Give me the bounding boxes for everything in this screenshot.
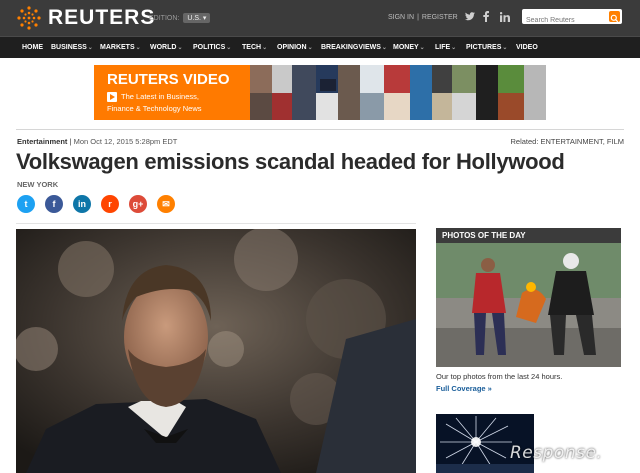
edition-value: U.S.	[187, 15, 201, 22]
nav-label: WORLD	[150, 44, 177, 51]
nav-label: MARKETS	[100, 44, 135, 51]
chevron-down-icon: ⌄	[87, 45, 93, 51]
nav-politics[interactable]: POLITICS⌄	[193, 44, 231, 51]
share-glyph: in	[78, 199, 86, 209]
video-banner-ad[interactable]: REUTERS VIDEO The Latest in Business, Fi…	[94, 65, 546, 120]
nav-life[interactable]: LIFE⌄	[435, 44, 456, 51]
photos-of-the-day-header[interactable]: PHOTOS OF THE DAY	[436, 228, 621, 243]
nav-label: OPINION	[277, 44, 307, 51]
googleplus-share-icon[interactable]: g+	[129, 195, 147, 213]
edition-selector: EDITION: U.S. ▾	[149, 13, 211, 23]
nav-label: BREAKINGVIEWS	[321, 44, 381, 51]
article-category[interactable]: Entertainment	[17, 137, 67, 146]
edition-label: EDITION:	[149, 14, 180, 22]
share-glyph: r	[108, 199, 112, 209]
banner-text-panel: REUTERS VIDEO The Latest in Business, Fi…	[94, 65, 250, 120]
nav-label: BUSINESS	[51, 44, 87, 51]
nav-video[interactable]: VIDEO	[516, 44, 538, 51]
share-glyph: t	[24, 199, 28, 209]
nav-opinion[interactable]: OPINION⌄	[277, 44, 313, 51]
chevron-down-icon: ⌄	[226, 45, 232, 51]
watermark-text: Response.	[510, 443, 603, 463]
facebook-icon[interactable]	[483, 11, 489, 22]
share-glyph: f	[52, 199, 56, 209]
play-icon	[107, 92, 117, 102]
nav-label: VIDEO	[516, 44, 538, 51]
chevron-down-icon: ⌄	[502, 45, 508, 51]
banner-subtitle-line1: The Latest in Business,	[121, 92, 199, 101]
full-coverage-link[interactable]: Full Coverage »	[436, 384, 492, 393]
search-button[interactable]	[609, 11, 620, 23]
nav-pictures[interactable]: PICTURES⌄	[466, 44, 507, 51]
related-label: Related:	[510, 137, 539, 146]
article-photo-image	[16, 229, 416, 473]
nav-world[interactable]: WORLD⌄	[150, 44, 182, 51]
facebook-share-icon[interactable]: f	[45, 195, 63, 213]
top-bar: REUTERS EDITION: U.S. ▾ SIGN IN | REGISTER	[0, 0, 640, 36]
twitter-icon[interactable]	[465, 12, 475, 21]
article-headline: Volkswagen emissions scandal headed for …	[16, 149, 565, 174]
linkedin-share-icon[interactable]: in	[73, 195, 91, 213]
email-share-icon[interactable]: ✉	[157, 195, 175, 213]
nav-label: TECH	[242, 44, 262, 51]
banner-title: REUTERS VIDEO	[107, 71, 230, 88]
nav-label: POLITICS	[193, 44, 226, 51]
reddit-share-icon[interactable]: r	[101, 195, 119, 213]
content-divider	[16, 223, 416, 224]
related-value[interactable]: ENTERTAINMENT, FILM	[541, 137, 624, 146]
nav-business[interactable]: BUSINESS⌄	[51, 44, 93, 51]
nav-label: PICTURES	[466, 44, 502, 51]
logo-text: REUTERS	[48, 6, 156, 29]
nav-label: LIFE	[435, 44, 451, 51]
nav-label: HOME	[22, 44, 43, 51]
sign-in-link[interactable]: SIGN IN	[388, 14, 414, 21]
register-link[interactable]: REGISTER	[422, 14, 458, 21]
nav-breakingviews[interactable]: BREAKINGVIEWS⌄	[321, 44, 387, 51]
article-meta: Entertainment | Mon Oct 12, 2015 5:28pm …	[17, 137, 177, 146]
photos-caption: Our top photos from the last 24 hours.	[436, 372, 563, 381]
chevron-down-icon: ▾	[202, 15, 207, 22]
search-icon	[610, 14, 619, 23]
chevron-down-icon: ⌄	[177, 45, 183, 51]
account-links: SIGN IN | REGISTER	[388, 14, 458, 21]
nav-money[interactable]: MONEY⌄	[393, 44, 425, 51]
article-date: Mon Oct 12, 2015 5:28pm EDT	[73, 137, 178, 146]
chevron-down-icon: ⌄	[451, 45, 457, 51]
nav-markets[interactable]: MARKETS⌄	[100, 44, 141, 51]
nav-tech[interactable]: TECH⌄	[242, 44, 267, 51]
section-divider	[16, 129, 624, 130]
search-input[interactable]	[522, 13, 606, 28]
banner-subtitle-line2: Finance & Technology News	[107, 104, 202, 113]
edition-dropdown[interactable]: U.S. ▾	[183, 13, 211, 23]
share-glyph: g+	[132, 199, 144, 209]
main-nav: HOME BUSINESS⌄ MARKETS⌄ WORLD⌄ POLITICS⌄…	[0, 36, 640, 58]
article-photo[interactable]	[16, 229, 416, 473]
chevron-down-icon: ⌄	[262, 45, 268, 51]
photo-of-the-day-image[interactable]	[436, 243, 621, 367]
twitter-share-icon[interactable]: t	[17, 195, 35, 213]
share-glyph: ✉	[162, 198, 170, 209]
thumbnail-mosaic-image	[250, 65, 546, 120]
chevron-down-icon: ⌄	[135, 45, 141, 51]
linkedin-icon[interactable]	[500, 12, 510, 22]
chevron-down-icon: ⌄	[381, 45, 387, 51]
chevron-down-icon: ⌄	[419, 45, 425, 51]
photo-of-the-day-picture	[436, 243, 621, 367]
reuters-logo[interactable]: REUTERS	[16, 5, 155, 31]
nav-home[interactable]: HOME	[22, 44, 43, 51]
related-topics: Related: ENTERTAINMENT, FILM	[510, 137, 624, 146]
reuters-logo-icon	[17, 6, 41, 30]
search-box	[522, 9, 622, 28]
chevron-down-icon: ⌄	[307, 45, 313, 51]
sidebar-heading: PHOTOS OF THE DAY	[442, 231, 526, 240]
link-separator: |	[417, 14, 419, 21]
nav-label: MONEY	[393, 44, 419, 51]
article-dateline: NEW YORK	[17, 180, 59, 189]
banner-thumbnail-mosaic	[250, 65, 546, 120]
